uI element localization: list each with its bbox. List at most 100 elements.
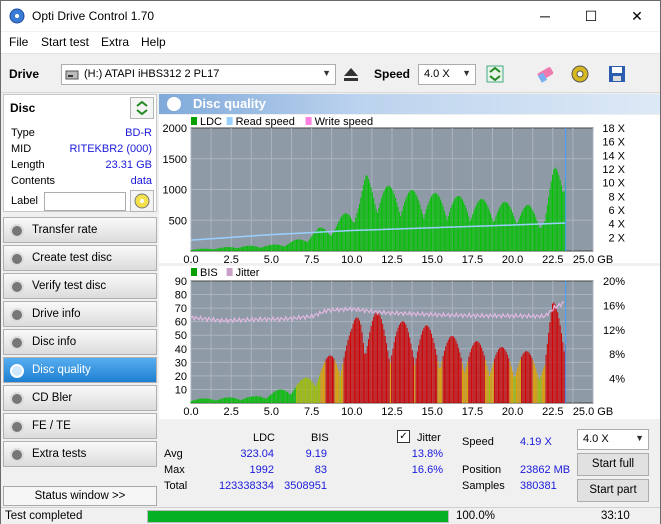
x-tick-label: 15.0 (421, 254, 442, 263)
jitter-checkbox[interactable]: ✓ (397, 430, 410, 443)
x-tick-label: 22.5 (542, 254, 563, 263)
x-tick-label: 10.0 (341, 254, 362, 263)
disc-contents-value: data (130, 175, 152, 187)
x-tick-label: 0.0 (183, 254, 198, 263)
menu-file[interactable]: File (9, 35, 28, 49)
max-ldc: 1992 (249, 464, 274, 476)
y-tick-label: 500 (169, 215, 187, 227)
y-tick-label: 10 (175, 384, 187, 396)
elapsed-time: 33:10 (601, 510, 630, 522)
panel-title: Disc quality (193, 96, 266, 111)
legend-swatch (226, 268, 233, 276)
x-tick-label: 7.5 (304, 254, 319, 263)
avg-bis: 9.19 (305, 448, 327, 460)
disc-type-value: BD-R (125, 127, 152, 139)
nav-label: Verify test disc (32, 280, 107, 292)
nav-fe-te[interactable]: FE / TE (3, 413, 157, 439)
y2-tick-label: 8% (609, 349, 625, 361)
nav-cd-bler[interactable]: CD Bler (3, 385, 157, 411)
left-panel: Disc Type BD-R MID RITEKBR2 (000) Length… (3, 94, 157, 506)
start-full-button[interactable]: Start full (577, 453, 649, 476)
settings-button[interactable] (568, 62, 592, 86)
y2-tick-label: 12 X (602, 164, 625, 176)
y-tick-label: 1500 (163, 154, 187, 166)
progress-percent: 100.0% (456, 510, 496, 522)
disc-label-input[interactable] (44, 192, 126, 211)
eject-button[interactable] (339, 62, 363, 86)
nav-label: FE / TE (32, 420, 71, 432)
x-tick-label: 12.5 (381, 406, 402, 418)
drive-icon (65, 70, 79, 80)
avg-label: Avg (164, 448, 183, 460)
menu-extra[interactable]: Extra (101, 35, 129, 49)
speed-stat-label: Speed (462, 436, 494, 448)
disc-refresh-button[interactable] (130, 97, 154, 119)
disc-icon (10, 420, 24, 434)
progress-bar (147, 510, 449, 523)
drive-select[interactable]: (H:) ATAPI iHBS312 2 PL17 ▼ (61, 64, 336, 85)
status-window-button[interactable]: Status window >> (3, 486, 157, 506)
chevron-down-icon: ▼ (635, 433, 644, 443)
nav-drive-info[interactable]: Drive info (3, 301, 157, 327)
nav-label: Disc info (32, 336, 77, 348)
col-ldc-header: LDC (253, 432, 276, 444)
nav-label: Create test disc (32, 252, 112, 264)
title-bar: Opti Drive Control 1.70 ─ ☐ ✕ (1, 1, 660, 31)
panel-header: Disc quality (159, 94, 660, 114)
y2-tick-label: 14 X (602, 150, 625, 162)
nav-transfer-rate[interactable]: Transfer rate (3, 217, 157, 243)
refresh-speed-button[interactable] (483, 62, 507, 86)
x-tick-label: 5.0 (264, 406, 279, 418)
x-tick-label: 17.5 (462, 254, 483, 263)
nav-disc-quality[interactable]: Disc quality (3, 357, 157, 383)
speed-label: Speed (374, 67, 411, 81)
samples-label: Samples (462, 480, 505, 492)
jitter-label: Jitter (417, 432, 441, 444)
x-tick-label: 5.0 (264, 254, 279, 263)
menu-start-test[interactable]: Start test (41, 35, 89, 49)
maximize-button[interactable]: ☐ (568, 1, 614, 31)
legend-label: Write speed (315, 116, 374, 128)
y-tick-label: 20 (175, 371, 187, 383)
y2-tick-label: 20% (603, 276, 625, 288)
menu-help[interactable]: Help (141, 35, 166, 49)
minimize-button[interactable]: ─ (522, 1, 568, 31)
x-tick-label: 10.0 (341, 406, 362, 418)
nav-label: CD Bler (32, 392, 73, 404)
col-bis-header: BIS (311, 432, 329, 444)
test-speed-select[interactable]: 4.0 X ▼ (577, 429, 649, 450)
nav-label: Transfer rate (32, 224, 98, 236)
disc-label-button[interactable] (130, 190, 154, 212)
save-button[interactable] (605, 62, 629, 86)
y-tick-label: 70 (175, 303, 187, 315)
test-speed-value: 4.0 X (583, 433, 609, 445)
avg-jitter: 13.8% (411, 448, 443, 460)
speed-stat-value: 4.19 X (520, 436, 552, 448)
erase-button[interactable] (533, 62, 557, 86)
disc-label-key: Label (11, 195, 38, 207)
avg-ldc: 323.04 (240, 448, 274, 460)
legend-swatch (191, 268, 197, 276)
total-ldc: 123338334 (218, 480, 274, 492)
status-text: Test completed (5, 510, 83, 522)
window-title: Opti Drive Control 1.70 (32, 9, 155, 23)
start-part-button[interactable]: Start part (577, 479, 649, 502)
nav-create-test-disc[interactable]: Create test disc (3, 245, 157, 271)
total-bis: 3508951 (284, 480, 327, 492)
nav-disc-info[interactable]: Disc info (3, 329, 157, 355)
position-label: Position (462, 464, 502, 476)
disc-icon (10, 224, 24, 238)
nav-label: Drive info (32, 308, 81, 320)
drive-label: Drive (9, 67, 40, 81)
eraser-icon (537, 67, 554, 83)
y2-tick-label: 16% (603, 300, 625, 312)
refresh-icon (136, 100, 148, 116)
disc-icon (10, 252, 24, 266)
close-button[interactable]: ✕ (614, 1, 660, 31)
nav-label: Disc quality (32, 364, 91, 376)
speed-select[interactable]: 4.0 X ▼ (418, 64, 476, 85)
nav-verify-test-disc[interactable]: Verify test disc (3, 273, 157, 299)
nav-extra-tests[interactable]: Extra tests (3, 441, 157, 467)
disc-icon (10, 336, 24, 350)
x-tick-label: 2.5 (224, 406, 239, 418)
